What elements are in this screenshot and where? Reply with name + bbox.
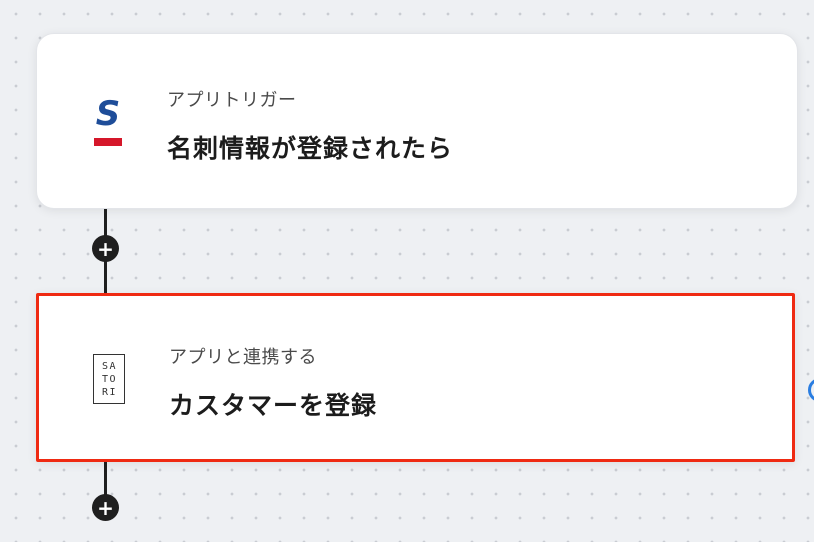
step-title: カスタマーを登録 — [169, 391, 378, 420]
plus-icon: + — [97, 495, 114, 520]
action-step-text: アプリと連携する カスタマーを登録 — [169, 343, 377, 422]
step-type-label: アプリトリガー — [167, 90, 297, 111]
edge-handle-icon[interactable] — [808, 378, 814, 402]
trigger-step-card[interactable]: S アプリトリガー 名刺情報が登録されたら — [36, 33, 798, 209]
action-step-card[interactable]: SA TO RI アプリと連携する カスタマーを登録 — [36, 293, 795, 462]
step-type-label: アプリと連携する — [169, 347, 317, 368]
satori-logo-icon: SA TO RI — [93, 354, 125, 404]
plus-icon: + — [97, 236, 114, 261]
flow-connector-line — [104, 456, 107, 496]
trigger-step-text: アプリトリガー 名刺情報が登録されたら — [167, 86, 453, 165]
add-step-button[interactable]: + — [92, 235, 119, 262]
step-title: 名刺情報が登録されたら — [167, 134, 454, 163]
add-step-button[interactable]: + — [92, 494, 119, 521]
sansan-logo-icon: S — [92, 96, 124, 148]
